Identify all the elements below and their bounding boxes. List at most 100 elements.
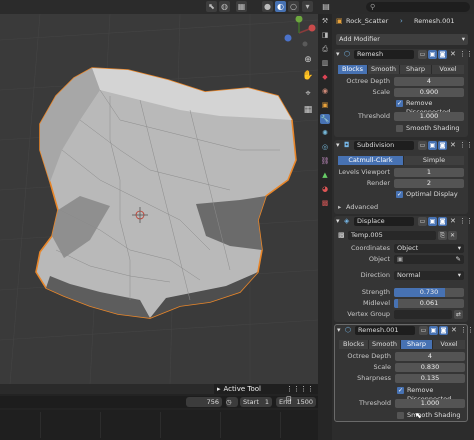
tool-tab-icon[interactable]: ⚒ [320, 16, 330, 26]
grid-icon[interactable]: ▦ [302, 104, 314, 116]
mode-sharp[interactable]: Sharp [400, 65, 432, 74]
3d-viewport[interactable]: ⬉ ◍ ▦ ● ◐ ○ ▾ ⊕ ✋ ⌖ ▦ [0, 0, 318, 384]
modifier-tab-icon[interactable]: 🔧 [320, 114, 330, 124]
physics-tab-icon[interactable]: ◎ [320, 142, 330, 152]
collapse-icon[interactable]: ▾ [337, 326, 341, 334]
close-icon[interactable]: ✕ [450, 50, 456, 58]
globe-icon[interactable]: ◍ [219, 1, 230, 12]
edit-mode-icon[interactable]: ▭ [418, 141, 427, 150]
mode-blocks[interactable]: Blocks [339, 340, 369, 349]
timeline-ruler[interactable] [0, 410, 318, 440]
start-frame-field[interactable]: Start 1 [240, 397, 272, 407]
world-tab-icon[interactable]: ◉ [320, 86, 330, 96]
constraints-tab-icon[interactable]: ⛓ [320, 156, 330, 166]
mode-smooth[interactable]: Smooth [369, 340, 401, 349]
render-tab-icon[interactable]: ◨ [320, 30, 330, 40]
strength-slider[interactable]: 0.730 [394, 288, 464, 297]
drag-handle-icon[interactable]: ⋮⋮ [460, 326, 474, 334]
viewport-canvas[interactable] [0, 0, 318, 384]
mode-sharp[interactable]: Sharp [401, 340, 433, 349]
mode-blocks[interactable]: Blocks [338, 65, 368, 74]
smooth-shading-checkbox[interactable] [396, 125, 403, 132]
preview-range-icon[interactable]: ◷ [226, 397, 238, 407]
simple-button[interactable]: Simple [404, 156, 464, 165]
drag-handle-icon[interactable]: ⋮⋮ [459, 141, 473, 149]
close-icon[interactable]: ✕ [451, 326, 457, 334]
viewport-display-icon[interactable]: ▣ [428, 50, 437, 59]
cursor-icon[interactable]: ⬉ [206, 1, 217, 12]
view-layer-tab-icon[interactable]: ▥ [320, 58, 330, 68]
shading-options-icon[interactable]: ▾ [302, 1, 313, 12]
advanced-section[interactable]: Advanced [346, 203, 378, 211]
close-icon[interactable]: ✕ [450, 141, 456, 149]
collapse-icon[interactable]: ▾ [336, 141, 340, 149]
optimal-display-checkbox[interactable]: ✓ [396, 191, 403, 198]
mesh-icon[interactable]: ▦ [236, 1, 247, 12]
edit-mode-icon[interactable]: ▭ [419, 326, 428, 335]
threshold-field[interactable]: 1.000 [395, 399, 465, 408]
hand-icon[interactable]: ✋ [302, 70, 314, 82]
drag-handle-icon[interactable]: ⋮⋮ [459, 217, 473, 225]
data-tab-icon[interactable]: ▲ [320, 170, 330, 180]
close-icon[interactable]: ✕ [450, 217, 456, 225]
axis-gizmo[interactable] [282, 15, 316, 50]
direction-select[interactable]: Normal ▾ [394, 271, 464, 280]
object-tab-icon[interactable]: ▣ [320, 100, 330, 110]
levels-viewport-field[interactable]: 1 [394, 168, 464, 177]
catmull-clark-button[interactable]: Catmull-Clark [338, 156, 404, 165]
mode-voxel[interactable]: Voxel [432, 65, 464, 74]
unlink-texture-icon[interactable]: ✕ [448, 231, 457, 240]
coordinates-select[interactable]: Object ▾ [394, 244, 464, 253]
camera-icon[interactable]: ⌖ [302, 88, 314, 100]
current-frame-field[interactable]: 756 [186, 397, 222, 407]
new-texture-icon[interactable]: ⎘ [438, 231, 447, 240]
editor-type-icon[interactable]: ▤ [320, 2, 332, 12]
active-tool-panel[interactable]: ▸ Active Tool ⋮⋮⋮⋮ ⊡ [214, 384, 318, 403]
drag-handle-icon[interactable]: ⋮⋮ [459, 50, 473, 58]
invert-icon[interactable]: ⇄ [454, 310, 463, 319]
advanced-expand-icon[interactable]: ▸ [338, 203, 341, 211]
mode-voxel[interactable]: Voxel [433, 340, 465, 349]
smooth-shading-checkbox[interactable] [397, 412, 404, 419]
particles-tab-icon[interactable]: ✺ [320, 128, 330, 138]
threshold-field[interactable]: 1.000 [394, 112, 464, 121]
midlevel-slider[interactable]: 0.061 [394, 299, 464, 308]
collapse-icon[interactable]: ▾ [336, 50, 340, 58]
viewport-display-icon[interactable]: ▣ [428, 141, 437, 150]
output-tab-icon[interactable]: ⎙ [320, 44, 330, 54]
viewport-display-icon[interactable]: ▣ [428, 217, 437, 226]
remesh-name-field[interactable]: Remesh [354, 50, 414, 59]
viewport-display-icon[interactable]: ▣ [429, 326, 438, 335]
render-shading-icon[interactable]: ○ [288, 1, 299, 12]
remove-disconnected-checkbox[interactable]: ✓ [396, 100, 403, 107]
octree-depth-field[interactable]: 4 [394, 77, 464, 86]
edit-mode-icon[interactable]: ▭ [418, 217, 427, 226]
solid-shading-icon[interactable]: ● [262, 1, 273, 12]
displace-name-field[interactable]: Displace [354, 217, 414, 226]
render-levels-field[interactable]: 2 [394, 179, 464, 188]
object-field[interactable]: ▣ ✎ [394, 255, 464, 264]
material-tab-icon[interactable]: ◕ [320, 184, 330, 194]
remove-disconnected-checkbox[interactable]: ✓ [397, 387, 404, 394]
render-icon[interactable]: ◙ [439, 326, 448, 335]
zoom-icon[interactable]: ⊕ [302, 54, 314, 66]
render-icon[interactable]: ◙ [438, 141, 447, 150]
octree-depth-field[interactable]: 4 [395, 352, 465, 361]
search-input[interactable]: ⚲ [366, 2, 470, 12]
mode-smooth[interactable]: Smooth [368, 65, 400, 74]
edit-mode-icon[interactable]: ▭ [418, 50, 427, 59]
collapse-icon[interactable]: ▾ [336, 217, 340, 225]
sharpness-field[interactable]: 0.135 [395, 374, 465, 383]
subdivision-name-field[interactable]: Subdivision [354, 141, 414, 150]
render-icon[interactable]: ◙ [438, 50, 447, 59]
material-shading-icon[interactable]: ◐ [275, 1, 286, 12]
texture-tab-icon[interactable]: ▩ [320, 198, 330, 208]
add-modifier-button[interactable]: Add Modifier ▾ [336, 34, 468, 45]
render-icon[interactable]: ◙ [438, 217, 447, 226]
remesh-001-name-field[interactable]: Remesh.001 [355, 326, 415, 335]
vertex-group-field[interactable] [394, 310, 452, 319]
scale-field[interactable]: 0.900 [394, 88, 464, 97]
scene-tab-icon[interactable]: ◆ [320, 72, 330, 82]
scale-field[interactable]: 0.830 [395, 363, 465, 372]
texture-field[interactable]: Temp.005 [348, 231, 436, 240]
